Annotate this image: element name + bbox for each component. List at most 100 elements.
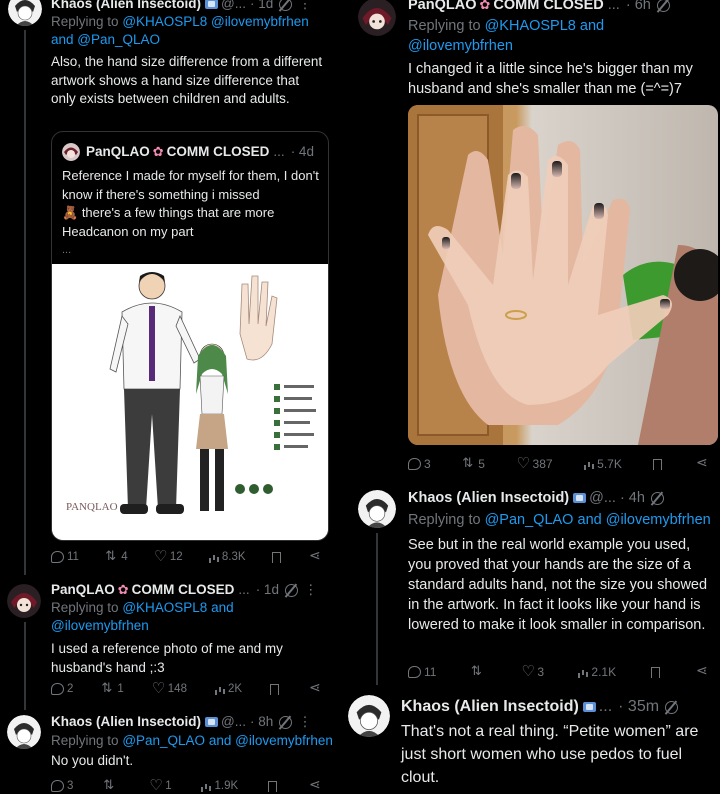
- timestamp[interactable]: · 1d: [256, 581, 279, 599]
- tweet-khaos-real-world[interactable]: Khaos (Alien Insectoid) @... · 4h Replyi…: [348, 485, 720, 685]
- tweet-panqlao-changed[interactable]: PanQLAO ✿ COMM CLOSED ... · 6h Replying …: [348, 0, 720, 480]
- reply-mentions[interactable]: @KHAOSPL8 @ilovemybfrhen: [122, 14, 308, 29]
- bookmark-button[interactable]: [653, 458, 665, 470]
- reply-mention-2[interactable]: @Pan_QLAO: [77, 32, 160, 47]
- like-button[interactable]: 148: [152, 679, 187, 697]
- avatar[interactable]: [7, 715, 41, 749]
- quote-tweet[interactable]: PanQLAO ✿ COMM CLOSED ... · 4d Reference…: [51, 131, 329, 541]
- grok-icon[interactable]: [279, 0, 293, 11]
- avatar[interactable]: [358, 0, 396, 36]
- like-button[interactable]: 387: [517, 454, 553, 472]
- tweet-text: Also, the hand size difference from a di…: [51, 54, 323, 106]
- reply-mention-2[interactable]: @ilovemybfrhen: [235, 733, 333, 748]
- avatar[interactable]: [358, 490, 396, 528]
- reply-mention-2[interactable]: @ilovemybfrhen: [606, 512, 711, 528]
- handle[interactable]: @...: [589, 489, 616, 507]
- reply-and: and: [577, 512, 602, 528]
- quote-display-name: PanQLAO: [86, 144, 150, 159]
- views-icon: [208, 551, 219, 563]
- bookmark-button[interactable]: [271, 551, 284, 563]
- reply-button[interactable]: 2: [51, 683, 73, 695]
- views-button[interactable]: 8.3K: [208, 551, 246, 563]
- share-button[interactable]: [309, 776, 326, 793]
- replying-to: Replying to @Pan_QLAO and @ilovemybfrhen: [51, 732, 346, 750]
- views-button[interactable]: 2.1K: [578, 665, 616, 679]
- reply-button[interactable]: 3: [51, 780, 73, 792]
- handle[interactable]: ...: [238, 581, 249, 599]
- avatar[interactable]: [8, 0, 42, 26]
- like-count: 387: [532, 457, 553, 471]
- reply-button[interactable]: 11: [51, 551, 79, 563]
- avatar[interactable]: [7, 584, 41, 618]
- view-count: 2.1K: [591, 665, 617, 679]
- share-icon: [696, 454, 710, 471]
- bookmark-button[interactable]: [270, 683, 282, 695]
- tweet-panqlao-reference[interactable]: PanQLAO ✿ COMM CLOSED ... · 1d ⋮ Replyin…: [0, 578, 348, 710]
- like-button[interactable]: 1: [149, 776, 171, 794]
- replying-to-label: Replying to: [408, 18, 481, 34]
- grok-icon[interactable]: [665, 700, 679, 714]
- bookmark-button[interactable]: [650, 666, 663, 678]
- grok-icon[interactable]: [656, 0, 670, 12]
- reply-button[interactable]: 11: [408, 665, 436, 679]
- handle[interactable]: @...: [221, 713, 246, 731]
- reply-button[interactable]: 3: [408, 457, 431, 471]
- display-name[interactable]: Khaos (Alien Insectoid): [51, 0, 201, 13]
- avatar[interactable]: [348, 695, 390, 737]
- tweet-khaos-no-you-didnt[interactable]: Khaos (Alien Insectoid) @... · 8h ⋮ Repl…: [0, 710, 348, 794]
- replying-to: Replying to @KHAOSPL8 @ilovemybfrhen and…: [51, 13, 341, 49]
- repost-button[interactable]: 1: [101, 680, 123, 696]
- more-options-icon[interactable]: ⋮: [298, 713, 313, 731]
- tweet-header: Khaos (Alien Insectoid) ... · 35m: [401, 696, 679, 718]
- timestamp[interactable]: · 6h: [626, 0, 651, 14]
- grok-icon[interactable]: [279, 715, 293, 729]
- repost-button[interactable]: [471, 663, 487, 679]
- handle[interactable]: @...: [221, 0, 246, 13]
- reply-mentions[interactable]: @KHAOSPL8: [485, 18, 576, 34]
- views-button[interactable]: 1.9K: [201, 780, 238, 792]
- display-name[interactable]: PanQLAO: [51, 581, 115, 599]
- tweet-khaos-petite[interactable]: Khaos (Alien Insectoid) ... · 35m That's…: [348, 690, 720, 794]
- repost-button[interactable]: [103, 777, 119, 793]
- grok-icon[interactable]: [284, 583, 298, 597]
- share-icon: [309, 776, 323, 793]
- display-name[interactable]: Khaos (Alien Insectoid): [408, 489, 569, 507]
- bookmark-button[interactable]: [268, 780, 280, 792]
- reply-mentions[interactable]: @Pan_QLAO: [485, 512, 574, 528]
- like-button[interactable]: 12: [154, 547, 183, 565]
- hands-photo[interactable]: [408, 105, 718, 445]
- repost-button[interactable]: 4: [105, 548, 127, 564]
- tweet-header: PanQLAO ✿ COMM CLOSED ... · 1d ⋮: [51, 581, 318, 599]
- repost-button[interactable]: 5: [462, 455, 485, 471]
- reply-mentions[interactable]: @Pan_QLAO: [122, 733, 205, 748]
- share-button[interactable]: [696, 662, 713, 679]
- flag-icon: [573, 493, 587, 503]
- more-options-icon[interactable]: ⋮: [298, 0, 313, 13]
- timestamp[interactable]: · 35m: [618, 696, 659, 718]
- status-label: COMM CLOSED: [131, 582, 235, 597]
- reference-sheet-image[interactable]: PANQLAO: [52, 264, 328, 540]
- reply-mentions[interactable]: @KHAOSPL8: [122, 600, 207, 615]
- left-thread-screenshot: Khaos (Alien Insectoid) @... · 1d ⋮ Repl…: [0, 0, 348, 794]
- views-button[interactable]: 5.7K: [584, 457, 622, 471]
- display-name[interactable]: Khaos (Alien Insectoid): [401, 696, 579, 718]
- handle[interactable]: ...: [608, 0, 620, 14]
- display-name[interactable]: Khaos (Alien Insectoid): [51, 713, 201, 731]
- views-button[interactable]: 2K: [214, 683, 242, 695]
- more-options-icon[interactable]: ⋮: [304, 581, 319, 599]
- share-button[interactable]: [696, 454, 713, 471]
- timestamp[interactable]: · 4h: [620, 489, 645, 507]
- reply-mention-2[interactable]: @ilovemybfrhen: [408, 38, 513, 54]
- replying-to-label: Replying to: [408, 512, 481, 528]
- handle[interactable]: ...: [599, 696, 612, 718]
- share-button[interactable]: [309, 679, 326, 696]
- quote-text-2-value: there's a few things that are more Headc…: [62, 205, 275, 239]
- tweet-khaos-hand-size[interactable]: Khaos (Alien Insectoid) @... · 1d ⋮ Repl…: [0, 0, 348, 575]
- timestamp[interactable]: · 8h: [250, 713, 273, 731]
- timestamp[interactable]: · 1d: [250, 0, 273, 13]
- grok-icon[interactable]: [650, 491, 664, 505]
- display-name[interactable]: PanQLAO: [408, 0, 476, 14]
- like-button[interactable]: 3: [521, 662, 544, 680]
- reply-mention-2[interactable]: @ilovemybfrhen: [51, 618, 149, 633]
- share-button[interactable]: [309, 547, 326, 564]
